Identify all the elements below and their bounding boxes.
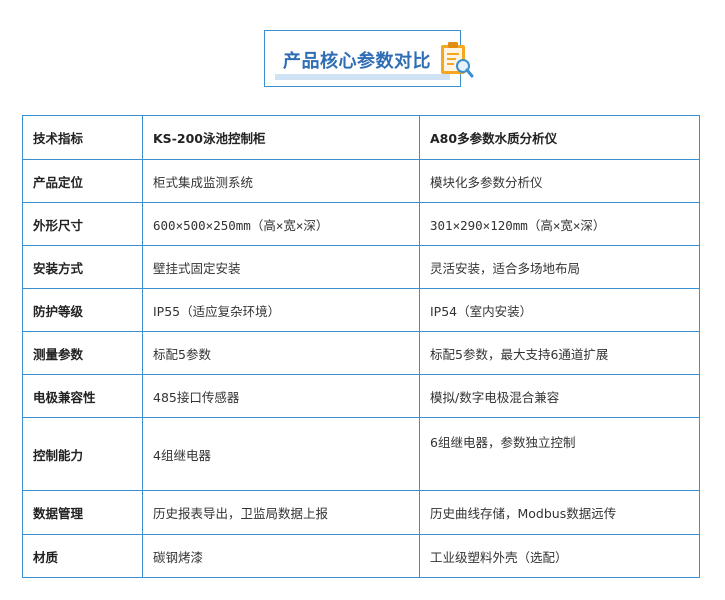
row-ks-value: 历史报表导出，卫监局数据上报 xyxy=(142,490,420,535)
row-a80-value: 工业级塑料外壳（选配） xyxy=(419,534,700,578)
report-icon xyxy=(441,42,474,78)
row-ks-value: 485接口传感器 xyxy=(142,374,420,418)
row-ks-value: 壁挂式固定安装 xyxy=(142,245,420,289)
row-metric: 电极兼容性 xyxy=(22,374,143,418)
table-row: 防护等级 IP55（适应复杂环境） IP54（室内安装） xyxy=(22,288,700,332)
page-title: 产品核心参数对比 xyxy=(283,51,431,72)
row-metric: 安装方式 xyxy=(22,245,143,289)
table-row: 电极兼容性 485接口传感器 模拟/数字电极混合兼容 xyxy=(22,374,700,418)
row-metric: 外形尺寸 xyxy=(22,202,143,246)
row-a80-value: 历史曲线存储，Modbus数据远传 xyxy=(419,490,700,535)
row-metric: 控制能力 xyxy=(22,417,143,491)
page: 产品核心参数对比 技术指标 KS-200泳池控制柜 A80多参数水质分析仪 产品… xyxy=(0,0,725,600)
comparison-table: 技术指标 KS-200泳池控制柜 A80多参数水质分析仪 产品定位 柜式集成监测… xyxy=(22,115,700,578)
row-ks-value: IP55（适应复杂环境） xyxy=(142,288,420,332)
row-a80-value: 301×290×120mm（高×宽×深） xyxy=(419,202,700,246)
row-ks-value: 碳钢烤漆 xyxy=(142,534,420,578)
row-ks-value: 柜式集成监测系统 xyxy=(142,159,420,203)
title-banner: 产品核心参数对比 xyxy=(264,30,461,87)
table-header-row: 技术指标 KS-200泳池控制柜 A80多参数水质分析仪 xyxy=(22,115,700,160)
row-a80-value: 模块化多参数分析仪 xyxy=(419,159,700,203)
row-a80-value: IP54（室内安装） xyxy=(419,288,700,332)
row-a80-value: 6组继电器，参数独立控制 xyxy=(419,417,700,491)
title-underline xyxy=(275,74,450,80)
row-metric: 数据管理 xyxy=(22,490,143,535)
table-row: 安装方式 壁挂式固定安装 灵活安装，适合多场地布局 xyxy=(22,245,700,289)
row-a80-value: 灵活安装，适合多场地布局 xyxy=(419,245,700,289)
table-row: 外形尺寸 600×500×250mm（高×宽×深） 301×290×120mm（… xyxy=(22,202,700,246)
row-a80-value: 标配5参数，最大支持6通道扩展 xyxy=(419,331,700,375)
header-a80: A80多参数水质分析仪 xyxy=(419,115,700,160)
header-metric: 技术指标 xyxy=(22,115,143,160)
row-metric: 测量参数 xyxy=(22,331,143,375)
header-ks200: KS-200泳池控制柜 xyxy=(142,115,420,160)
row-metric: 防护等级 xyxy=(22,288,143,332)
table-row: 产品定位 柜式集成监测系统 模块化多参数分析仪 xyxy=(22,159,700,203)
row-metric: 材质 xyxy=(22,534,143,578)
row-ks-value: 标配5参数 xyxy=(142,331,420,375)
row-ks-value: 600×500×250mm（高×宽×深） xyxy=(142,202,420,246)
row-metric: 产品定位 xyxy=(22,159,143,203)
table-row: 控制能力 4组继电器 6组继电器，参数独立控制 xyxy=(22,417,700,491)
row-ks-value: 4组继电器 xyxy=(142,417,420,491)
row-a80-value: 模拟/数字电极混合兼容 xyxy=(419,374,700,418)
table-row: 测量参数 标配5参数 标配5参数，最大支持6通道扩展 xyxy=(22,331,700,375)
table-row: 材质 碳钢烤漆 工业级塑料外壳（选配） xyxy=(22,534,700,578)
table-row: 数据管理 历史报表导出，卫监局数据上报 历史曲线存储，Modbus数据远传 xyxy=(22,490,700,535)
